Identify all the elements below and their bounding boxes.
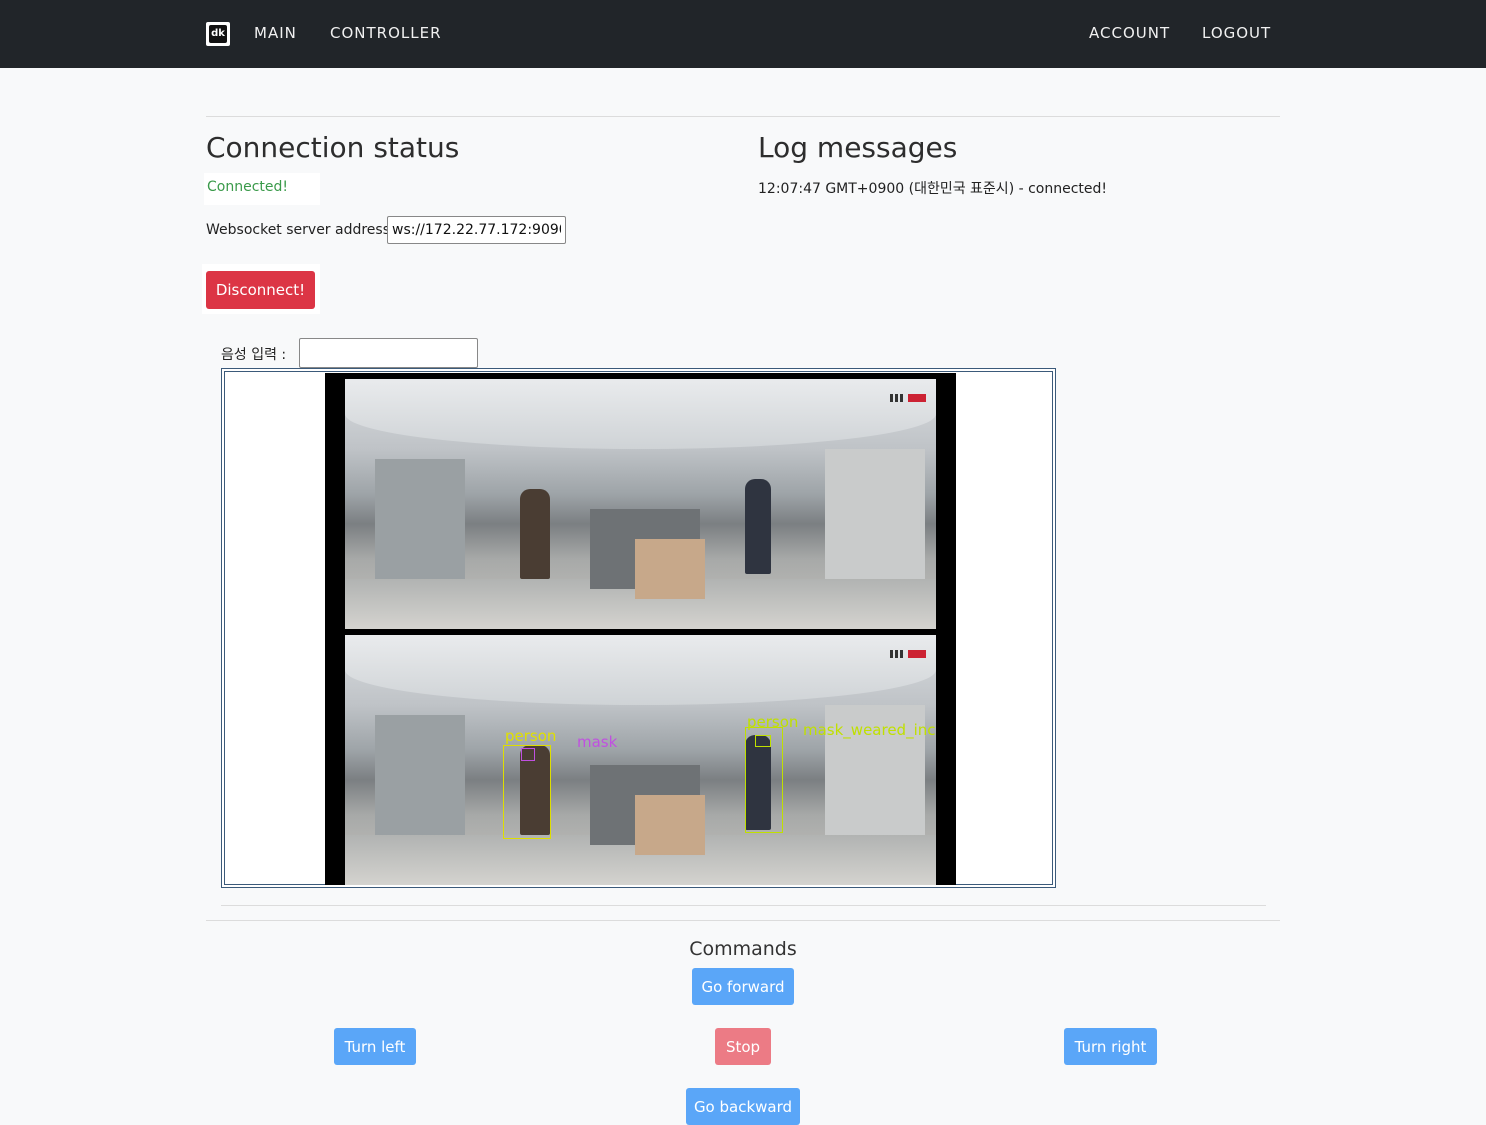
battery-indicator-icon <box>890 643 930 658</box>
commands-divider <box>206 920 1280 921</box>
nav-account-link[interactable]: ACCOUNT <box>1089 24 1170 42</box>
connection-status-box: Connected! <box>204 173 320 205</box>
raw-camera-view <box>345 379 936 629</box>
detection-camera-view: person mask person mask_weared_inco <box>345 635 936 885</box>
disconnect-button[interactable]: Disconnect! <box>206 271 315 309</box>
commands-title: Commands <box>689 938 797 960</box>
log-messages-title: Log messages <box>758 131 958 164</box>
voice-input-field[interactable] <box>299 338 478 368</box>
disconnect-button-wrap: Disconnect! <box>202 264 320 314</box>
video-stream-frame: person mask person mask_weared_inco <box>221 368 1056 888</box>
brand-logo-mark: dk <box>209 25 227 43</box>
go-backward-button[interactable]: Go backward <box>686 1088 800 1125</box>
log-entry: 12:07:47 GMT+0900 (대한민국 표준시) - connected… <box>758 181 1108 197</box>
video-stream-inner: person mask person mask_weared_inco <box>224 371 1053 885</box>
connection-status-title: Connection status <box>206 131 460 164</box>
person-figure <box>520 489 550 579</box>
detection-label: person <box>747 713 799 731</box>
detection-label: mask <box>577 733 618 751</box>
detection-label: mask_weared_inco <box>803 721 936 739</box>
stop-button[interactable]: Stop <box>715 1028 771 1065</box>
brand-logo[interactable]: dk <box>206 22 230 46</box>
turn-right-button[interactable]: Turn right <box>1064 1028 1157 1065</box>
top-divider <box>206 116 1280 117</box>
websocket-address-label: Websocket server address <box>206 222 391 238</box>
top-navbar: dk MAIN CONTROLLER ACCOUNT LOGOUT <box>0 0 1486 68</box>
voice-input-label: 음성 입력 : <box>221 347 287 363</box>
video-divider <box>221 905 1266 906</box>
nav-logout-link[interactable]: LOGOUT <box>1202 24 1271 42</box>
nav-main-link[interactable]: MAIN <box>254 24 297 42</box>
person-figure <box>745 479 771 574</box>
websocket-address-input[interactable] <box>387 216 566 244</box>
turn-left-button[interactable]: Turn left <box>334 1028 416 1065</box>
go-forward-button[interactable]: Go forward <box>692 968 794 1005</box>
detection-box-mask <box>755 735 771 747</box>
detection-label: person <box>505 727 557 745</box>
nav-controller-link[interactable]: CONTROLLER <box>330 24 442 42</box>
detection-box-mask <box>521 748 535 761</box>
connection-status-text: Connected! <box>207 179 288 195</box>
battery-indicator-icon <box>890 387 930 402</box>
video-stream: person mask person mask_weared_inco <box>325 373 956 885</box>
